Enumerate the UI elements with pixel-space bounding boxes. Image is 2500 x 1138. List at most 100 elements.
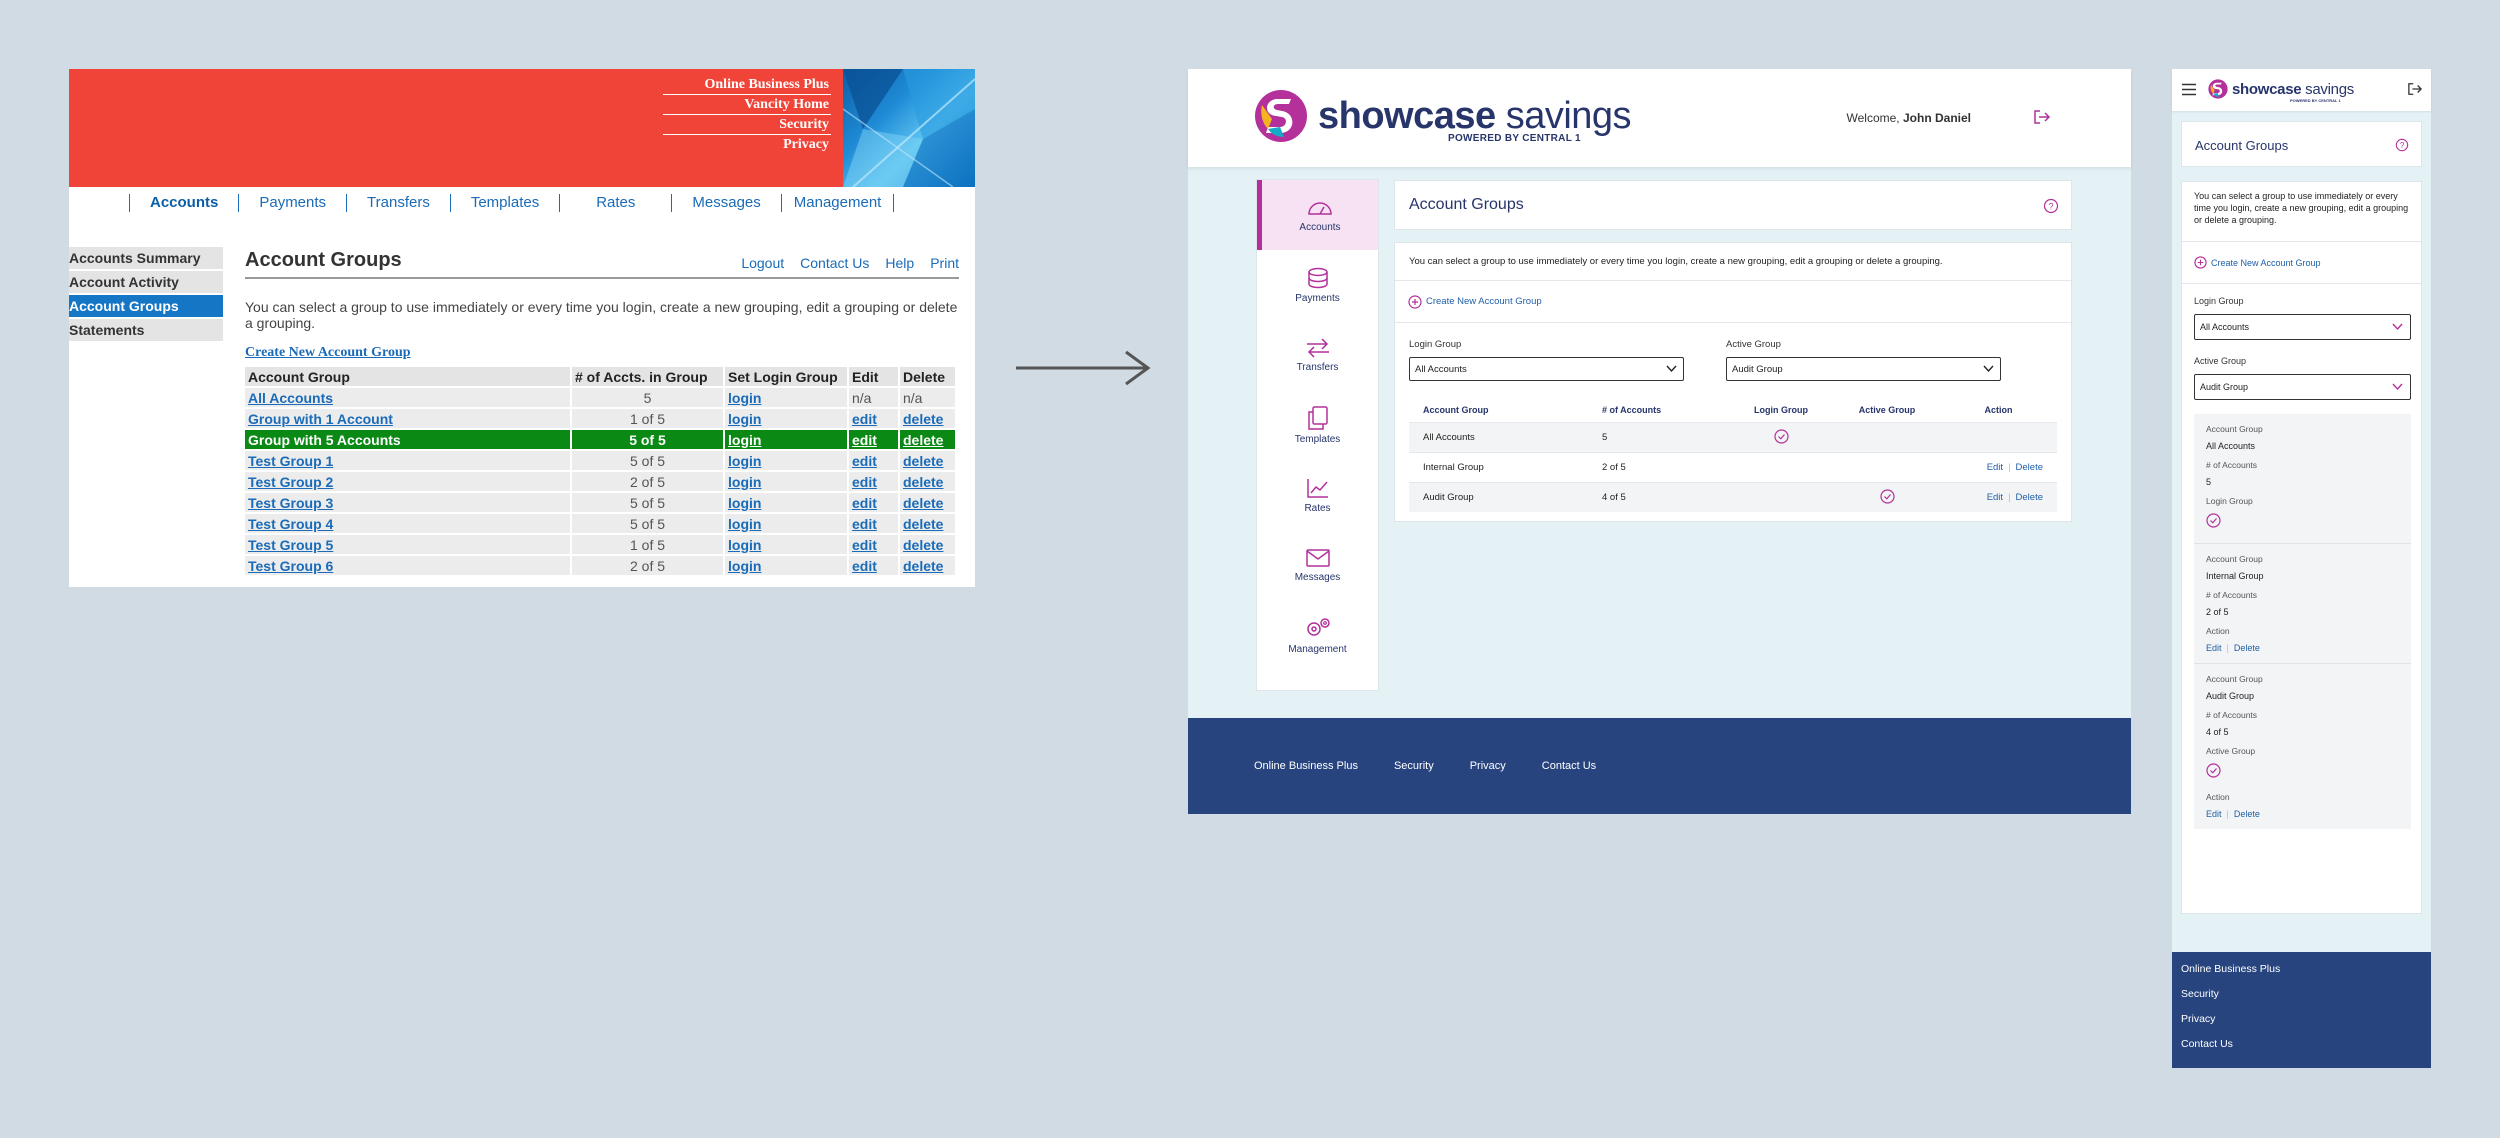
banner-link-privacy[interactable]: Privacy: [663, 135, 831, 155]
old-group-link[interactable]: Test Group 2: [248, 474, 333, 490]
old-group-link[interactable]: Test Group 4: [248, 516, 333, 532]
old-group-link[interactable]: Test Group 5: [248, 537, 333, 553]
old-edit-link[interactable]: edit: [852, 432, 877, 448]
sidebar-item-rates[interactable]: Rates: [1257, 460, 1378, 530]
old-nav-payments[interactable]: Payments: [238, 194, 346, 212]
footer-link-contact-us[interactable]: Contact Us: [2181, 1038, 2422, 1063]
footer-link-security[interactable]: Security: [1394, 760, 1434, 772]
old-login-link[interactable]: login: [728, 474, 761, 490]
footer-link-security[interactable]: Security: [2181, 988, 2422, 1013]
old-login-link[interactable]: login: [728, 411, 761, 427]
logout-icon[interactable]: [2407, 82, 2423, 96]
old-help-link[interactable]: Help: [885, 255, 914, 271]
old-edit-link[interactable]: edit: [852, 453, 877, 469]
old-login-link[interactable]: login: [728, 432, 761, 448]
footer-link-online-business-plus[interactable]: Online Business Plus: [1254, 760, 1358, 772]
active-group-select[interactable]: Audit Group: [1726, 357, 2001, 381]
group-name: Internal Group: [2206, 571, 2264, 581]
old-contact-link[interactable]: Contact Us: [800, 255, 869, 271]
old-edit-link[interactable]: edit: [852, 474, 877, 490]
old-print-link[interactable]: Print: [930, 255, 959, 271]
delete-link[interactable]: Delete: [2016, 462, 2043, 473]
footer-link-contact-us[interactable]: Contact Us: [1542, 760, 1596, 772]
old-nav-messages[interactable]: Messages: [671, 194, 780, 212]
old-delete-link[interactable]: delete: [903, 558, 943, 574]
sidebar-item-messages[interactable]: Messages: [1257, 530, 1378, 600]
old-nav-management[interactable]: Management: [780, 194, 895, 212]
old-login-link[interactable]: login: [728, 453, 761, 469]
sidebar-item-management[interactable]: Management: [1257, 600, 1378, 670]
delete-link[interactable]: Delete: [2234, 643, 2260, 653]
login-group-select[interactable]: All Accounts: [2194, 314, 2411, 340]
old-delete-link[interactable]: delete: [903, 516, 943, 532]
old-group-link[interactable]: All Accounts: [248, 390, 333, 406]
active-group-cell[interactable]: [1834, 488, 1940, 507]
old-side-account-groups[interactable]: Account Groups: [69, 295, 223, 317]
old-edit-link[interactable]: edit: [852, 558, 877, 574]
old-delete-link[interactable]: delete: [903, 453, 943, 469]
edit-link[interactable]: Edit: [1987, 462, 2003, 473]
old-login-link[interactable]: login: [728, 516, 761, 532]
old-login-link[interactable]: login: [728, 558, 761, 574]
login-group-select[interactable]: All Accounts: [1409, 357, 1684, 381]
delete-link[interactable]: Delete: [2234, 809, 2260, 819]
old-edit-link[interactable]: edit: [852, 411, 877, 427]
edit-link[interactable]: Edit: [1987, 492, 2003, 503]
old-nav-transfers[interactable]: Transfers: [346, 194, 450, 212]
footer-link-privacy[interactable]: Privacy: [2181, 1013, 2422, 1038]
login-group-cell[interactable]: [1728, 428, 1834, 447]
sidebar-item-templates[interactable]: Templates: [1257, 390, 1378, 460]
active-group-select[interactable]: Audit Group: [2194, 374, 2411, 400]
edit-link[interactable]: Edit: [2206, 809, 2222, 819]
help-icon[interactable]: ?: [2395, 138, 2409, 152]
welcome-text: Welcome, John Daniel: [1847, 111, 1971, 125]
old-delete-link[interactable]: delete: [903, 495, 943, 511]
edit-link[interactable]: Edit: [2206, 643, 2222, 653]
old-group-link[interactable]: Test Group 3: [248, 495, 333, 511]
old-group-link[interactable]: Test Group 6: [248, 558, 333, 574]
banner-link-security[interactable]: Security: [663, 115, 831, 135]
old-edit-link[interactable]: edit: [852, 516, 877, 532]
banner-link-online-business-plus[interactable]: Online Business Plus: [663, 75, 831, 95]
old-nav-accounts[interactable]: Accounts: [129, 194, 238, 212]
delete-link[interactable]: Delete: [2016, 492, 2043, 503]
brand-word-light: savings: [2301, 80, 2354, 98]
sidebar-item-accounts[interactable]: Accounts: [1257, 180, 1378, 250]
banner-link-vancity-home[interactable]: Vancity Home: [663, 95, 831, 115]
sidebar-item-payments[interactable]: Payments: [1257, 250, 1378, 320]
old-edit-link[interactable]: edit: [852, 495, 877, 511]
old-create-group-link[interactable]: Create New Account Group: [245, 345, 959, 361]
old-delete-link[interactable]: delete: [903, 537, 943, 553]
old-nav-templates[interactable]: Templates: [449, 194, 559, 212]
chevron-down-icon: [1983, 365, 1994, 373]
help-icon[interactable]: ?: [2043, 198, 2059, 214]
login-group-toggle[interactable]: [2206, 513, 2399, 533]
create-group-link[interactable]: Create New Account Group: [1395, 281, 2071, 323]
old-login-link[interactable]: login: [728, 390, 761, 406]
old-delete-link[interactable]: delete: [903, 474, 943, 490]
old-side-statements[interactable]: Statements: [69, 319, 223, 341]
desktop-footer: Online Business Plus Security Privacy Co…: [1188, 718, 2131, 814]
create-group-link[interactable]: Create New Account Group: [2182, 242, 2421, 284]
sidebar-item-transfers[interactable]: Transfers: [1257, 320, 1378, 390]
old-side-account-activity[interactable]: Account Activity: [69, 271, 223, 293]
old-login-link[interactable]: login: [728, 537, 761, 553]
mobile-logo[interactable]: showcase savings: [2208, 79, 2354, 99]
old-delete-link[interactable]: delete: [903, 432, 943, 448]
hamburger-menu-icon[interactable]: [2181, 83, 2197, 96]
list-item: Account Group All Accounts # of Accounts…: [2194, 414, 2411, 544]
old-login-link[interactable]: login: [728, 495, 761, 511]
old-logout-link[interactable]: Logout: [741, 255, 784, 271]
old-nav-rates[interactable]: Rates: [559, 194, 671, 212]
active-group-toggle[interactable]: [2206, 763, 2399, 783]
old-ui-screen: Online Business Plus Vancity Home Securi…: [69, 69, 975, 587]
old-side-accounts-summary[interactable]: Accounts Summary: [69, 247, 223, 269]
logout-icon[interactable]: [2033, 109, 2051, 125]
footer-link-online-business-plus[interactable]: Online Business Plus: [2181, 963, 2422, 988]
old-group-link[interactable]: Group with 1 Account: [248, 411, 393, 427]
footer-link-privacy[interactable]: Privacy: [1470, 760, 1506, 772]
powered-by: POWERED BY CENTRAL 1: [2290, 98, 2341, 103]
old-delete-link[interactable]: delete: [903, 411, 943, 427]
old-edit-link[interactable]: edit: [852, 537, 877, 553]
old-group-link[interactable]: Test Group 1: [248, 453, 333, 469]
